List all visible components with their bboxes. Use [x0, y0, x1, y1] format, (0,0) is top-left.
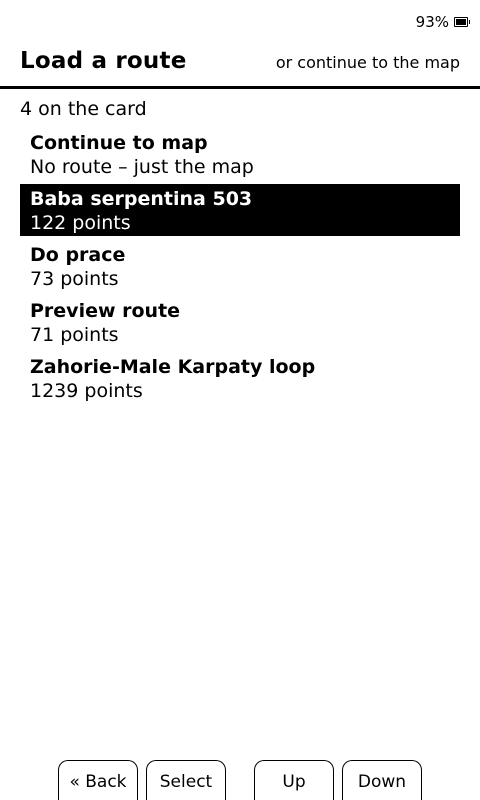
route-count-label: 4 on the card: [20, 98, 147, 120]
route-item-baba-serpentina-503[interactable]: Baba serpentina 503 122 points: [20, 184, 460, 236]
up-button[interactable]: Up: [254, 760, 334, 800]
battery-charging-icon: [454, 17, 470, 27]
route-item-zahorie-male-karpaty-loop[interactable]: Zahorie-Male Karpaty loop 1239 points: [20, 352, 460, 404]
route-name: Do prace: [30, 244, 126, 266]
back-button[interactable]: « Back: [58, 760, 138, 800]
route-name: Continue to map: [30, 132, 208, 154]
route-list: Continue to map No route – just the map …: [20, 128, 460, 408]
down-button[interactable]: Down: [342, 760, 422, 800]
select-button[interactable]: Select: [146, 760, 226, 800]
route-detail: No route – just the map: [30, 156, 254, 178]
route-item-do-prace[interactable]: Do prace 73 points: [20, 240, 460, 292]
continue-to-map-link[interactable]: or continue to the map: [276, 53, 460, 72]
route-detail: 1239 points: [30, 380, 143, 402]
route-item-preview-route[interactable]: Preview route 71 points: [20, 296, 460, 348]
status-bar: 93%: [415, 12, 470, 32]
page-title: Load a route: [20, 48, 187, 74]
header: Load a route or continue to the map: [20, 48, 460, 84]
route-name: Zahorie-Male Karpaty loop: [30, 356, 316, 378]
route-name: Preview route: [30, 300, 181, 322]
route-detail: 71 points: [30, 324, 119, 346]
header-divider: [0, 86, 480, 89]
route-item-continue-to-map[interactable]: Continue to map No route – just the map: [20, 128, 460, 180]
route-name: Baba serpentina 503: [30, 188, 253, 210]
route-detail: 73 points: [30, 268, 119, 290]
route-detail: 122 points: [30, 212, 131, 234]
battery-percent: 93%: [415, 13, 449, 31]
